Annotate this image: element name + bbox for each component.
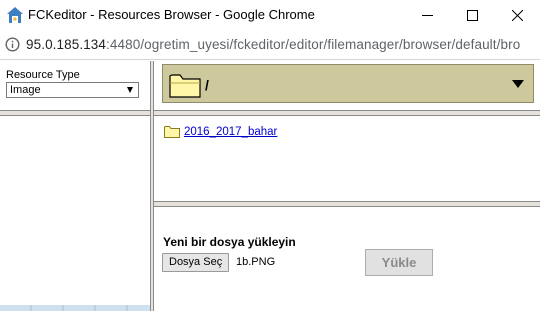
close-icon (511, 9, 523, 21)
url-host: 95.0.185.134 (26, 37, 107, 52)
current-path: / (205, 77, 209, 93)
taskbar-edge (0, 305, 150, 311)
selected-file-name: 1b.PNG (236, 256, 276, 268)
folder-open-icon (169, 71, 203, 99)
window-titlebar: FCKeditor - Resources Browser - Google C… (0, 0, 540, 30)
file-listing-frame: 2016_2017_bahar (154, 116, 540, 201)
current-folder-frame: / (154, 61, 540, 110)
address-bar[interactable]: 95.0.185.134:4480/ogretim_uyesi/fckedito… (0, 30, 540, 60)
resource-type-frame: Resource Type Image (0, 61, 150, 110)
upload-button[interactable]: Yükle (365, 249, 433, 276)
resource-type-value: Image (10, 84, 41, 96)
choose-file-button[interactable]: Dosya Seç (162, 253, 230, 272)
folder-tree-frame (0, 116, 150, 311)
close-button[interactable] (494, 0, 540, 30)
folder-icon (164, 125, 180, 138)
resource-type-label: Resource Type (6, 69, 80, 81)
chevron-down-icon[interactable] (512, 80, 524, 88)
upload-frame: Yeni bir dosya yükleyin Dosya Seç 1b.PNG… (154, 207, 540, 311)
chevron-down-icon (127, 87, 133, 93)
upload-title: Yeni bir dosya yükleyin (163, 235, 296, 249)
folder-link[interactable]: 2016_2017_bahar (184, 126, 277, 138)
current-folder-bar[interactable]: / (162, 64, 534, 103)
url-text[interactable]: 95.0.185.134:4480/ogretim_uyesi/fckedito… (26, 37, 520, 52)
window-title: FCKeditor - Resources Browser - Google C… (28, 7, 315, 22)
maximize-button[interactable] (449, 0, 495, 30)
url-path: :4480/ogretim_uyesi/fckeditor/editor/fil… (106, 37, 521, 52)
fckeditor-app-icon (6, 6, 24, 24)
minimize-button[interactable] (404, 0, 450, 30)
maximize-icon (466, 9, 478, 21)
list-item[interactable]: 2016_2017_bahar (164, 125, 277, 138)
info-icon[interactable] (5, 37, 20, 52)
resource-type-select[interactable]: Image (6, 82, 139, 98)
minimize-icon (421, 14, 433, 16)
